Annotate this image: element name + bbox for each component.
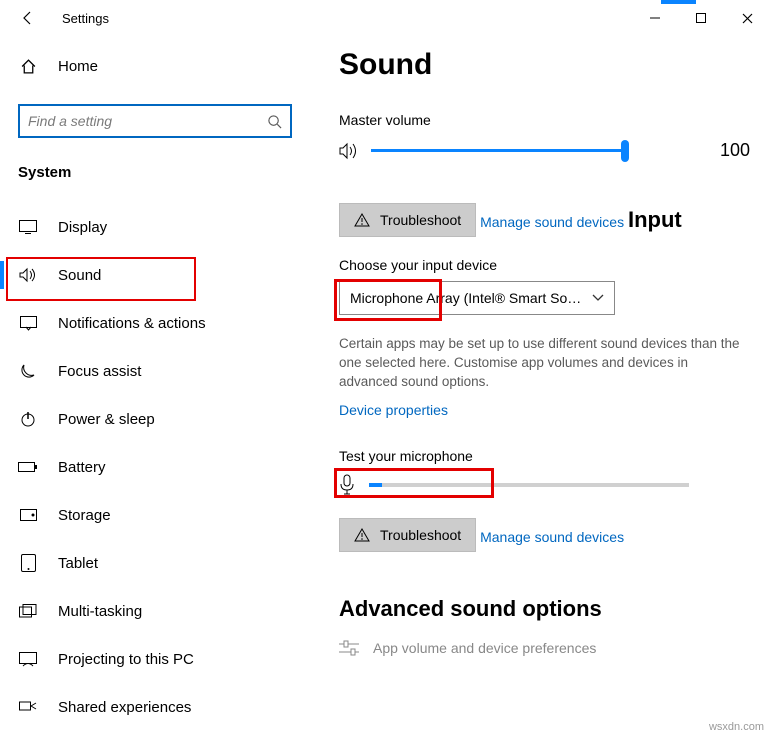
input-hint-text: Certain apps may be set up to use differ… xyxy=(339,335,749,392)
app-title: Settings xyxy=(62,11,109,26)
sliders-icon xyxy=(339,640,359,656)
sidebar-item-tablet[interactable]: Tablet xyxy=(0,539,310,587)
chevron-down-icon xyxy=(592,294,604,302)
sidebar-item-storage[interactable]: Storage xyxy=(0,491,310,539)
sidebar-item-label: Shared experiences xyxy=(58,699,191,716)
minimize-button[interactable] xyxy=(632,2,678,34)
shared-icon xyxy=(18,700,38,714)
notifications-icon xyxy=(18,316,38,331)
back-button[interactable] xyxy=(12,2,44,34)
sidebar-item-label: Battery xyxy=(58,459,106,476)
page-title: Sound xyxy=(339,48,750,82)
search-input[interactable] xyxy=(28,113,267,129)
advanced-heading: Advanced sound options xyxy=(339,596,750,622)
troubleshoot-input-button[interactable]: Troubleshoot xyxy=(339,518,476,552)
sidebar-item-power[interactable]: Power & sleep xyxy=(0,395,310,443)
troubleshoot-label: Troubleshoot xyxy=(380,212,461,228)
sidebar-item-battery[interactable]: Battery xyxy=(0,443,310,491)
input-device-dropdown[interactable]: Microphone Array (Intel® Smart So… xyxy=(339,281,615,315)
sidebar-item-label: Storage xyxy=(58,507,111,524)
sound-icon xyxy=(18,267,38,283)
troubleshoot-label: Troubleshoot xyxy=(380,527,461,543)
search-icon xyxy=(267,114,282,129)
watermark: wsxdn.com xyxy=(709,721,764,733)
titlebar: Settings xyxy=(0,0,770,36)
main-content: Sound Master volume 100 Troubleshoot Man… xyxy=(310,36,770,737)
tablet-icon xyxy=(18,554,38,572)
sidebar-item-multitasking[interactable]: Multi-tasking xyxy=(0,587,310,635)
battery-icon xyxy=(18,461,38,473)
sidebar-item-shared[interactable]: Shared experiences xyxy=(0,683,310,731)
sidebar-item-label: Projecting to this PC xyxy=(58,651,194,668)
speaker-icon[interactable] xyxy=(339,142,361,160)
troubleshoot-output-button[interactable]: Troubleshoot xyxy=(339,203,476,237)
sidebar-item-label: Tablet xyxy=(58,555,98,572)
microphone-icon xyxy=(339,474,355,496)
sidebar-nav: Display Sound Notifications & actions Fo… xyxy=(18,203,292,731)
manage-input-devices-link[interactable]: Manage sound devices xyxy=(480,529,624,545)
home-label: Home xyxy=(58,58,98,75)
close-button[interactable] xyxy=(724,2,770,34)
maximize-button[interactable] xyxy=(678,2,724,34)
home-icon xyxy=(18,58,38,75)
search-box[interactable] xyxy=(18,104,292,138)
sidebar-item-label: Display xyxy=(58,219,107,236)
sidebar-item-notifications[interactable]: Notifications & actions xyxy=(0,299,310,347)
sidebar-item-label: Sound xyxy=(58,267,101,284)
home-nav[interactable]: Home xyxy=(18,42,292,90)
app-prefs-label: App volume and device preferences xyxy=(373,640,596,656)
sidebar-item-label: Power & sleep xyxy=(58,411,155,428)
input-heading: Input xyxy=(628,207,682,233)
sidebar-item-sound[interactable]: Sound xyxy=(0,251,310,299)
sidebar-item-label: Notifications & actions xyxy=(58,315,206,332)
volume-slider[interactable] xyxy=(361,149,672,152)
manage-output-devices-link[interactable]: Manage sound devices xyxy=(480,214,624,230)
mic-level-meter xyxy=(369,483,689,487)
multitask-icon xyxy=(18,604,38,618)
accent-strip xyxy=(661,0,696,4)
device-properties-link[interactable]: Device properties xyxy=(339,402,448,418)
app-volume-prefs[interactable]: App volume and device preferences xyxy=(339,640,750,656)
sidebar: Home System Display Sound Notifications … xyxy=(0,36,310,737)
sidebar-item-display[interactable]: Display xyxy=(0,203,310,251)
warning-icon xyxy=(354,213,370,227)
storage-icon xyxy=(18,509,38,521)
projecting-icon xyxy=(18,652,38,667)
warning-icon xyxy=(354,528,370,542)
sidebar-item-label: Multi-tasking xyxy=(58,603,142,620)
input-device-value: Microphone Array (Intel® Smart So… xyxy=(350,290,581,306)
focus-icon xyxy=(18,363,38,379)
display-icon xyxy=(18,220,38,234)
test-mic-label: Test your microphone xyxy=(339,448,750,464)
section-heading: System xyxy=(18,164,292,181)
sidebar-item-label: Focus assist xyxy=(58,363,141,380)
power-icon xyxy=(18,411,38,427)
choose-input-label: Choose your input device xyxy=(339,257,750,273)
volume-value: 100 xyxy=(720,140,750,161)
master-volume-label: Master volume xyxy=(339,112,750,128)
sidebar-item-projecting[interactable]: Projecting to this PC xyxy=(0,635,310,683)
sidebar-item-focus-assist[interactable]: Focus assist xyxy=(0,347,310,395)
